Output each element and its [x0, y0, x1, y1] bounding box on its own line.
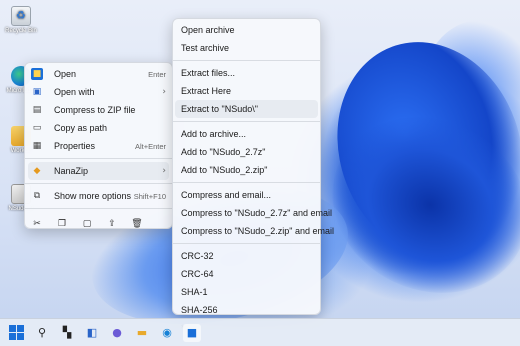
- menu-divider: [173, 121, 320, 122]
- copy-path-icon: ▭: [32, 123, 42, 133]
- submenu-item-compress-7z-email[interactable]: Compress to "NSudo_2.7z" and email: [173, 204, 332, 222]
- submenu-item-label: Add to archive...: [181, 129, 247, 139]
- context-menu: ■ Open Enter ▣ Open with › ▤ Compress to…: [24, 62, 173, 229]
- chat-icon[interactable]: ●: [108, 324, 126, 342]
- chevron-right-icon: ›: [162, 87, 166, 97]
- menu-item-label: Open: [54, 69, 77, 79]
- submenu-item-label: Add to "NSudo_2.7z": [181, 147, 266, 157]
- open-with-icon: ▣: [32, 87, 42, 97]
- cut-icon[interactable]: ✂: [31, 218, 43, 230]
- submenu-item-compress-email[interactable]: Compress and email...: [173, 186, 320, 204]
- taskbar: ⚲ ▚ ◧ ● ▬ ◉ ■: [0, 318, 520, 346]
- rename-icon[interactable]: ▢: [81, 218, 93, 230]
- submenu-item-sha1[interactable]: SHA-1: [173, 283, 320, 301]
- menu-divider: [25, 183, 172, 184]
- submenu-item-label: Add to "NSudo_2.zip": [181, 165, 268, 175]
- submenu-item-compress-zip-email[interactable]: Compress to "NSudo_2.zip" and email: [173, 222, 334, 240]
- quick-actions-row: ✂ ❐ ▢ ⇪ 🗑: [25, 212, 172, 236]
- nsudo-app-icon: ■: [31, 68, 43, 80]
- submenu-item-add-zip[interactable]: Add to "NSudo_2.zip": [173, 161, 320, 179]
- share-icon[interactable]: ⇪: [106, 218, 118, 230]
- menu-item-shortcut: Enter: [148, 69, 166, 79]
- submenu-item-open-archive[interactable]: Open archive: [173, 21, 320, 39]
- menu-item-compress-zip[interactable]: ▤ Compress to ZIP file: [25, 101, 172, 119]
- submenu-item-add-to-archive[interactable]: Add to archive...: [173, 125, 320, 143]
- menu-item-label: Copy as path: [54, 123, 108, 133]
- submenu-item-add-7z[interactable]: Add to "NSudo_2.7z": [173, 143, 320, 161]
- recycle-bin-icon: [11, 6, 31, 26]
- menu-divider: [25, 208, 172, 209]
- menu-item-open-with[interactable]: ▣ Open with ›: [25, 83, 172, 101]
- submenu-item-crc64[interactable]: CRC-64: [173, 265, 320, 283]
- submenu-item-label: Extract to "NSudo\": [181, 104, 258, 114]
- chevron-right-icon: ›: [162, 166, 166, 176]
- submenu-item-label: Test archive: [181, 43, 230, 53]
- menu-item-label: Show more options: [54, 191, 132, 201]
- desktop-icon-label: Recycle Bin: [5, 28, 37, 34]
- submenu-item-label: Compress to "NSudo_2.zip" and email: [181, 226, 334, 236]
- menu-item-show-more-options[interactable]: ⧉ Show more options Shift+F10: [25, 187, 172, 205]
- menu-divider: [173, 182, 320, 183]
- menu-item-label: Compress to ZIP file: [54, 105, 136, 115]
- menu-item-label: Open with: [54, 87, 95, 97]
- submenu-item-test-archive[interactable]: Test archive: [173, 39, 320, 57]
- submenu-item-label: SHA-1: [181, 287, 208, 297]
- menu-divider: [173, 60, 320, 61]
- submenu-item-label: CRC-64: [181, 269, 214, 279]
- submenu-item-label: Extract Here: [181, 86, 232, 96]
- nanazip-submenu: Open archive Test archive Extract files.…: [172, 18, 334, 333]
- zip-icon: ▤: [32, 105, 42, 115]
- submenu-item-label: Extract files...: [181, 68, 236, 78]
- submenu-item-label: SHA-256: [181, 305, 218, 315]
- submenu-item-label: Open archive: [181, 25, 235, 35]
- menu-item-shortcut: Alt+Enter: [134, 141, 166, 151]
- menu-divider: [173, 243, 320, 244]
- store-icon[interactable]: ■: [183, 323, 201, 342]
- menu-item-label: Properties: [54, 141, 96, 151]
- widgets-icon[interactable]: ◧: [83, 324, 101, 342]
- submenu-item-label: Compress and email...: [181, 190, 272, 200]
- menu-item-properties[interactable]: ▦ Properties Alt+Enter: [25, 137, 172, 155]
- desktop-icon-recycle-bin[interactable]: Recycle Bin: [4, 6, 38, 34]
- menu-divider: [25, 158, 172, 159]
- task-view-icon[interactable]: ▚: [58, 324, 76, 342]
- start-icon[interactable]: [9, 325, 24, 340]
- submenu-item-label: CRC-32: [181, 251, 214, 261]
- more-options-icon: ⧉: [33, 191, 41, 201]
- copy-icon[interactable]: ❐: [56, 218, 68, 230]
- delete-icon[interactable]: 🗑: [131, 218, 143, 230]
- menu-item-label: NanaZip: [54, 166, 89, 176]
- menu-item-shortcut: Shift+F10: [133, 191, 166, 201]
- search-icon[interactable]: ⚲: [33, 324, 51, 342]
- edge-browser-icon[interactable]: ◉: [158, 324, 176, 342]
- submenu-item-extract-files[interactable]: Extract files...: [173, 64, 320, 82]
- file-explorer-icon[interactable]: ▬: [133, 324, 151, 342]
- submenu-item-crc32[interactable]: CRC-32: [173, 247, 320, 265]
- nanazip-icon: ◆: [33, 166, 41, 176]
- menu-item-nanazip[interactable]: ◆ NanaZip ›: [28, 162, 169, 180]
- submenu-item-sha256[interactable]: SHA-256: [173, 301, 320, 319]
- submenu-item-extract-here[interactable]: Extract Here: [173, 82, 320, 100]
- menu-item-open[interactable]: ■ Open Enter: [25, 65, 172, 83]
- submenu-item-extract-to[interactable]: Extract to "NSudo\": [175, 100, 318, 118]
- submenu-item-label: Compress to "NSudo_2.7z" and email: [181, 208, 332, 218]
- properties-icon: ▦: [32, 141, 42, 151]
- menu-item-copy-path[interactable]: ▭ Copy as path: [25, 119, 172, 137]
